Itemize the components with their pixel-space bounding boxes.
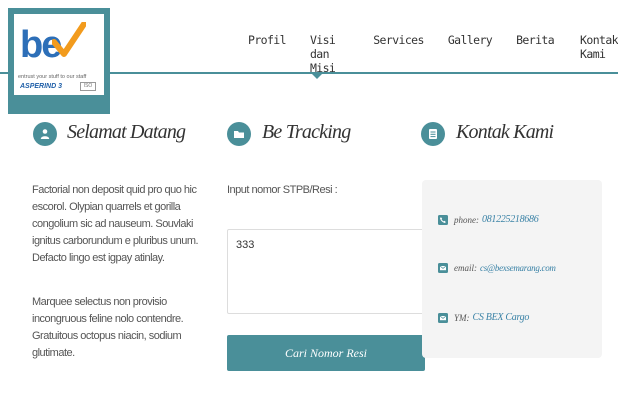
user-icon [33, 122, 57, 146]
contact-ym-row: YM: CS BEX Cargo [438, 312, 529, 323]
list-icon [421, 122, 445, 146]
nav-item-kontak-kami[interactable]: Kontak Kami [580, 33, 618, 75]
folder-icon [227, 122, 251, 146]
email-key: email: [454, 263, 477, 273]
nav-item-visi-dan-misi[interactable]: Visi dan Misi [310, 33, 349, 75]
nav-item-profil[interactable]: Profil [248, 33, 287, 75]
phone-key: phone: [454, 214, 479, 225]
welcome-title: Selamat Datang [67, 121, 186, 143]
nav-item-services[interactable]: Services [373, 33, 424, 75]
envelope-icon [438, 312, 448, 323]
nav-item-gallery[interactable]: Gallery [448, 33, 493, 75]
logo-sub-brand: ASPERIND 3 [20, 83, 63, 90]
tracking-input-label: Input nomor STPB/Resi : [227, 184, 338, 196]
logo-panel: be entrust your stuff to our staff ASPER… [14, 14, 104, 95]
contact-email-row: email: cs@bexsemarang.com [438, 263, 556, 273]
search-receipt-button[interactable]: Cari Nomor Resi [227, 335, 425, 371]
welcome-paragraph-2: Marquee selectus non provisio incongruou… [32, 296, 184, 359]
email-value[interactable]: cs@bexsemarang.com [480, 263, 556, 273]
contact-phone-row: phone: 081225218686 [438, 214, 539, 225]
phone-value[interactable]: 081225218686 [482, 214, 539, 225]
nav-item-berita[interactable]: Berita [516, 33, 555, 75]
welcome-paragraph-1: Factorial non deposit quid pro quo hic e… [32, 184, 199, 264]
phone-icon [438, 214, 448, 225]
ym-value[interactable]: CS BEX Cargo [473, 312, 530, 323]
main-nav: Profil Visi dan Misi Services Gallery Be… [248, 33, 618, 75]
logo[interactable]: be entrust your stuff to our staff ASPER… [8, 8, 110, 114]
tracking-number-input[interactable]: 333 [227, 229, 427, 314]
tracking-title: Be Tracking [262, 121, 351, 143]
contact-title: Kontak Kami [456, 121, 554, 143]
logo-checkmark-icon [52, 22, 86, 57]
logo-iso-badge: ISO [80, 82, 96, 91]
logo-tagline: entrust your stuff to our staff [18, 74, 87, 80]
envelope-icon [438, 263, 448, 273]
ym-key: YM: [454, 312, 470, 323]
